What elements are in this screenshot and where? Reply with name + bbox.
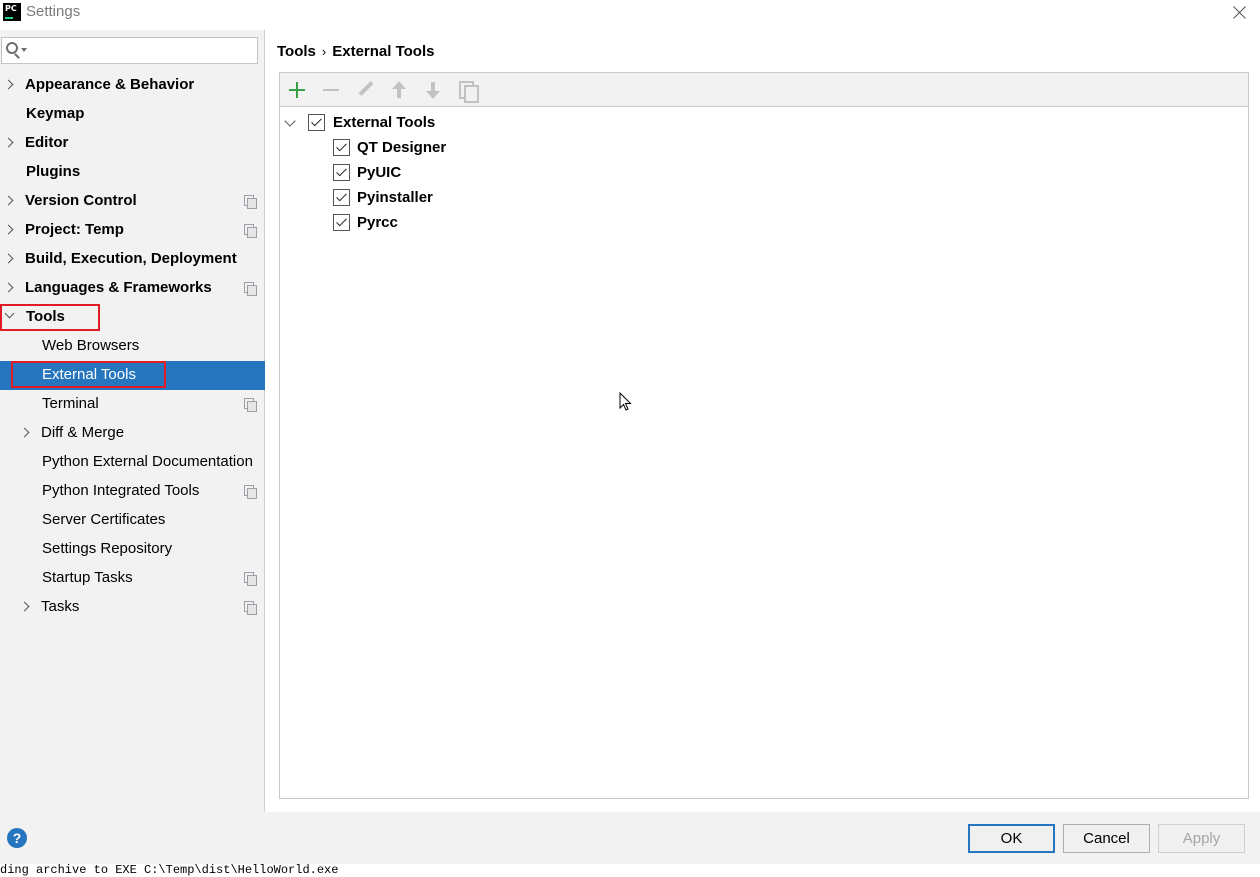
project-settings-icon — [244, 282, 257, 296]
tree-item-pyrcc[interactable]: Pyrcc — [333, 212, 583, 236]
project-settings-icon — [244, 485, 257, 499]
sidebar-item-label: Languages & Frameworks — [25, 279, 212, 296]
breadcrumb-separator: › — [321, 44, 327, 59]
tool-label: QT Designer — [357, 139, 447, 156]
sidebar-item-label: Editor — [25, 134, 69, 151]
tree-item-pyinstaller[interactable]: Pyinstaller — [333, 187, 583, 211]
project-settings-icon — [244, 601, 257, 615]
sidebar-item-label: Keymap — [26, 105, 85, 122]
sidebar-item-external-tools[interactable]: External Tools — [0, 361, 265, 390]
console-output-text: ding archive to EXE C:\Temp\dist\HelloWo… — [0, 863, 339, 877]
breadcrumb-parent[interactable]: Tools — [277, 43, 316, 60]
search-input[interactable] — [30, 40, 252, 60]
plus-icon[interactable] — [285, 78, 309, 102]
sidebar-item-startup-tasks[interactable]: Startup Tasks — [0, 564, 265, 593]
sidebar-item-python-integrated-tools[interactable]: Python Integrated Tools — [0, 477, 265, 506]
sidebar-item-project-temp[interactable]: Project: Temp — [0, 216, 265, 245]
sidebar-item-languages-frameworks[interactable]: Languages & Frameworks — [0, 274, 265, 303]
arrow-up-icon[interactable] — [387, 78, 411, 102]
window-title: Settings — [26, 3, 81, 20]
sidebar-item-label: Build, Execution, Deployment — [25, 250, 237, 267]
tool-label: PyUIC — [357, 164, 402, 181]
ok-button[interactable]: OK — [968, 824, 1055, 853]
arrow-down-icon[interactable] — [421, 78, 445, 102]
settings-sidebar: Appearance & Behavior Keymap Editor Plug… — [0, 30, 265, 812]
project-settings-icon — [244, 572, 257, 586]
sidebar-item-editor[interactable]: Editor — [0, 129, 265, 158]
cancel-button[interactable]: Cancel — [1063, 824, 1150, 853]
tree-item-qt-designer[interactable]: QT Designer — [333, 137, 583, 161]
sidebar-item-tools[interactable]: Tools — [0, 303, 265, 332]
chevron-right-icon[interactable] — [3, 253, 14, 264]
sidebar-item-label: Tasks — [41, 598, 80, 615]
project-settings-icon — [244, 195, 257, 209]
apply-button[interactable]: Apply — [1158, 824, 1245, 853]
search-options-chevron-icon[interactable] — [21, 48, 27, 52]
search-box[interactable] — [1, 37, 258, 64]
sidebar-item-label: Plugins — [26, 163, 81, 180]
tool-label: Pyrcc — [357, 214, 398, 231]
external-tools-panel: External Tools QT Designer PyUIC Pyinsta… — [279, 72, 1249, 799]
project-settings-icon — [244, 224, 257, 238]
sidebar-item-keymap[interactable]: Keymap — [0, 100, 265, 129]
chevron-right-icon[interactable] — [3, 79, 14, 90]
sidebar-item-label: Tools — [26, 308, 65, 325]
chevron-right-icon[interactable] — [3, 282, 14, 293]
sidebar-item-label: Appearance & Behavior — [25, 76, 195, 93]
sidebar-item-build-execution-deployment[interactable]: Build, Execution, Deployment — [0, 245, 265, 274]
sidebar-item-appearance-behavior[interactable]: Appearance & Behavior — [0, 71, 265, 100]
sidebar-item-label: Settings Repository — [42, 540, 173, 557]
sidebar-item-label: Web Browsers — [42, 337, 140, 354]
project-settings-icon — [244, 398, 257, 412]
chevron-right-icon[interactable] — [3, 224, 14, 235]
sidebar-item-web-browsers[interactable]: Web Browsers — [0, 332, 265, 361]
sidebar-item-diff-merge[interactable]: Diff & Merge — [0, 419, 265, 448]
sidebar-item-terminal[interactable]: Terminal — [0, 390, 265, 419]
tree-group-label: External Tools — [333, 114, 436, 131]
tree-group-external-tools[interactable]: External Tools — [284, 112, 586, 136]
chevron-right-icon[interactable] — [19, 427, 30, 438]
tool-checkbox[interactable] — [333, 164, 350, 181]
tree-item-pyuic[interactable]: PyUIC — [333, 162, 583, 186]
sidebar-item-plugins[interactable]: Plugins — [0, 158, 265, 187]
external-tools-toolbar — [280, 73, 1248, 107]
sidebar-item-label: Python Integrated Tools — [42, 482, 200, 499]
chevron-right-icon[interactable] — [19, 601, 30, 612]
sidebar-item-label: Diff & Merge — [41, 424, 125, 441]
sidebar-item-python-external-documentation[interactable]: Python External Documentation — [0, 448, 265, 477]
pycharm-app-icon: PC — [3, 3, 21, 21]
sidebar-item-label: Server Certificates — [42, 511, 166, 528]
title-bar: PC Settings — [0, 0, 1260, 30]
sidebar-item-label: Version Control — [25, 192, 137, 209]
pencil-icon[interactable] — [353, 78, 377, 102]
group-checkbox[interactable] — [308, 114, 325, 131]
sidebar-item-server-certificates[interactable]: Server Certificates — [0, 506, 265, 535]
sidebar-item-label: Project: Temp — [25, 221, 124, 238]
breadcrumb: Tools › External Tools — [277, 43, 434, 60]
tool-checkbox[interactable] — [333, 139, 350, 156]
chevron-right-icon[interactable] — [3, 137, 14, 148]
sidebar-item-label: Python External Documentation — [42, 453, 253, 470]
sidebar-item-version-control[interactable]: Version Control — [0, 187, 265, 216]
minus-icon[interactable] — [319, 78, 343, 102]
copy-icon[interactable] — [455, 78, 479, 103]
chevron-down-icon[interactable] — [284, 115, 296, 127]
chevron-right-icon[interactable] — [3, 195, 14, 206]
close-icon[interactable] — [1230, 3, 1250, 23]
sidebar-item-label: Startup Tasks — [42, 569, 133, 586]
tool-checkbox[interactable] — [333, 189, 350, 206]
breadcrumb-current: External Tools — [332, 43, 435, 60]
search-icon — [6, 42, 18, 54]
sidebar-item-label: External Tools — [42, 366, 136, 383]
help-icon[interactable]: ? — [7, 828, 27, 848]
tool-label: Pyinstaller — [357, 189, 433, 206]
sidebar-item-label: Terminal — [42, 395, 99, 412]
sidebar-item-settings-repository[interactable]: Settings Repository — [0, 535, 265, 564]
chevron-down-icon[interactable] — [4, 308, 15, 319]
tool-checkbox[interactable] — [333, 214, 350, 231]
sidebar-item-tasks[interactable]: Tasks — [0, 593, 265, 622]
